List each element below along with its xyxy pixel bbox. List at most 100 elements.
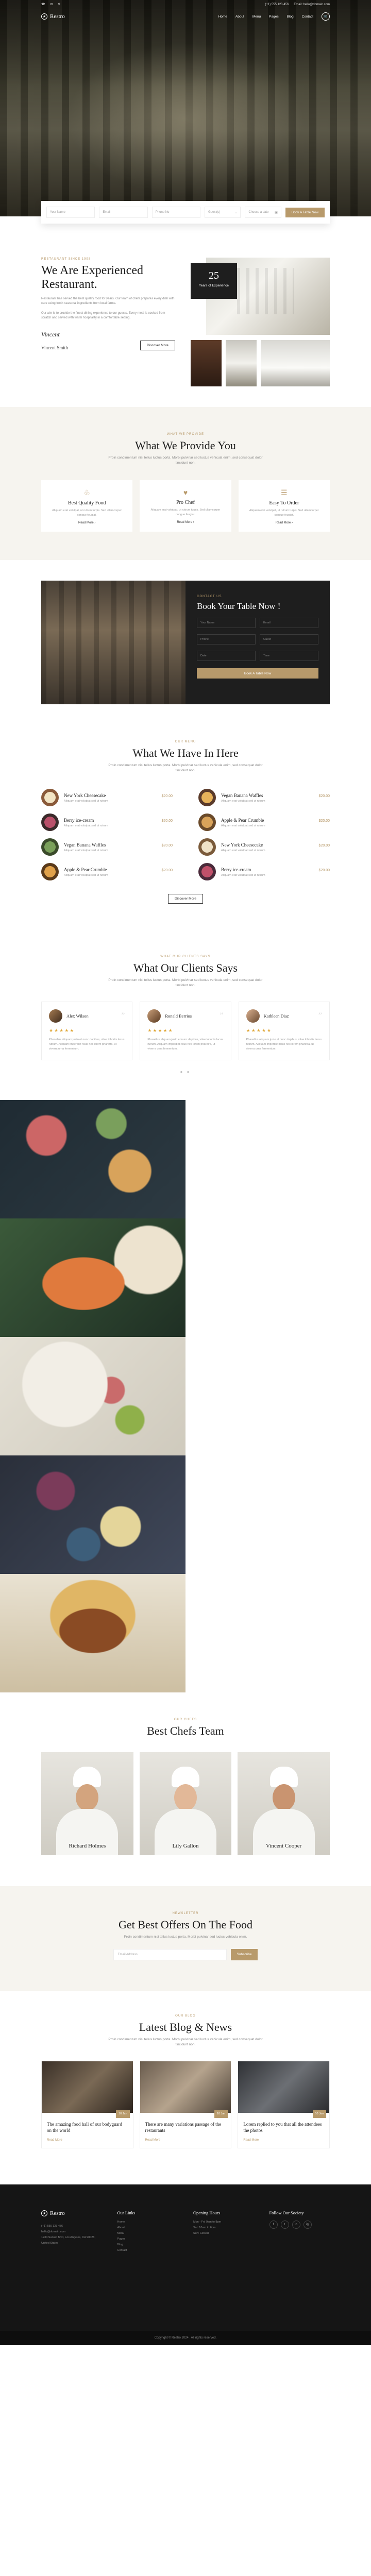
dish-price: $20.00 — [318, 819, 330, 823]
menu-item[interactable]: Vegan Banana Waffles $20.00 Aliquam erat v… — [198, 789, 330, 806]
blog-post-title[interactable]: The amazing food hall of our bodyguard o… — [47, 2121, 128, 2133]
blog-eyebrow: Our Blog — [175, 2014, 196, 2018]
nav-item-pages[interactable]: Pages — [269, 15, 278, 19]
booking-name-field[interactable]: Your Name — [46, 207, 95, 218]
quote-icon: ” — [220, 1011, 224, 1020]
read-more-link[interactable]: Read More › — [47, 521, 126, 524]
nav-item-blog[interactable]: Blog — [287, 15, 294, 19]
menu-section: Our Menu What We Have In Here Proin cond… — [0, 704, 371, 935]
footer-link[interactable]: Home — [117, 2219, 178, 2225]
menu-item[interactable]: New York Cheesecake $20.00 Aliquam erat vo… — [198, 838, 330, 856]
phone-icon[interactable]: ☎ — [41, 3, 45, 6]
chefs-title: Best Chefs Team — [147, 1724, 224, 1737]
topbar-mail: Email: hello@domain.com — [294, 3, 330, 6]
menu-item[interactable]: New York Cheesecake $20.00 Aliquam erat vo… — [41, 789, 173, 806]
booking-email-field[interactable]: Email — [99, 207, 148, 218]
provide-title: What We Provide You — [135, 439, 236, 452]
book-eyebrow: Contact Us — [197, 595, 222, 598]
form-submit-button[interactable]: Book A Table Now — [197, 668, 318, 679]
chefs-section: Our Chefs Best Chefs Team Richard Holmes… — [0, 1692, 371, 1886]
mail-icon[interactable]: ✉ — [50, 3, 53, 6]
service-text: Aliquam erat volutpat, ut rutrum turpis.… — [249, 509, 319, 517]
carousel-dots[interactable]: ● ● — [41, 1070, 330, 1074]
nav-item-contact[interactable]: Contact — [302, 15, 313, 19]
nav-item-home[interactable]: Home — [218, 15, 227, 19]
menu-item[interactable]: Vegan Banana Waffles $20.00 Aliquam erat v… — [41, 838, 173, 856]
footer-phone: (+1) 555 123 456 — [41, 2225, 63, 2228]
form-email-input[interactable]: Email — [260, 618, 318, 628]
blog-post-title[interactable]: Lorem replied to you that all the attend… — [243, 2121, 324, 2133]
menu-item[interactable]: Apple & Pear Crumble $20.00 Aliquam erat v… — [198, 814, 330, 831]
form-phone-input[interactable]: Phone — [197, 634, 256, 645]
dish-thumbnail — [198, 863, 216, 880]
signature-name: Vincent Smith — [41, 345, 68, 350]
footer-link[interactable]: Blog — [117, 2242, 178, 2248]
menu-item[interactable]: Berry ice-cream $20.00 Aliquam erat volutp… — [198, 863, 330, 880]
subscribe-button[interactable]: Subscribe — [230, 1949, 258, 1960]
offers-title: Get Best Offers On The Food — [118, 1918, 253, 1931]
nav-item-about[interactable]: About — [235, 15, 244, 19]
copyright-bar: Copyright © Restro 2024 . All rights res… — [0, 2331, 371, 2345]
chefs-eyebrow: Our Chefs — [174, 1718, 197, 1721]
newsletter-email-input[interactable]: Email Address — [113, 1949, 227, 1960]
logo-icon: ★ — [41, 2210, 47, 2216]
booking-guests-select[interactable]: Guest(s) ⌄ — [205, 207, 241, 218]
blog-card[interactable]: 10 Jan The amazing food hall of our body… — [41, 2061, 133, 2148]
avatar — [246, 1009, 260, 1023]
discover-more-button[interactable]: Discover More — [140, 341, 175, 350]
footer-link[interactable]: Contact — [117, 2248, 178, 2253]
blog-read-more[interactable]: Read More — [145, 2139, 226, 2142]
chef-card[interactable]: Vincent Cooper — [238, 1752, 330, 1855]
footer-logo[interactable]: ★ Restro — [41, 2210, 102, 2216]
blog-read-more[interactable]: Read More — [47, 2139, 128, 2142]
read-more-link[interactable]: Read More › — [146, 521, 225, 524]
read-more-link[interactable]: Read More › — [245, 521, 324, 524]
blog-read-more[interactable]: Read More — [243, 2139, 324, 2142]
menu-item[interactable]: Berry ice-cream $20.00 Aliquam erat volutp… — [41, 814, 173, 831]
chef-card[interactable]: Richard Holmes — [41, 1752, 133, 1855]
facebook-icon[interactable]: f — [269, 2221, 278, 2229]
map-icon[interactable]: ⚲ — [58, 3, 60, 6]
menu-eyebrow: Our Menu — [175, 740, 196, 743]
nav-item-menu[interactable]: Menu — [252, 15, 261, 19]
about-eyebrow: Restaurant Since 1998 — [41, 258, 91, 261]
footer-hours: Sun: Closed — [193, 2232, 209, 2235]
gallery-image[interactable] — [0, 1337, 185, 1455]
gallery-image[interactable] — [0, 1100, 185, 1218]
booking-name-placeholder: Your Name — [50, 211, 65, 214]
menu-discover-button[interactable]: Discover More — [168, 894, 203, 904]
booking-date-field[interactable]: Choose a date ▣ — [245, 207, 281, 218]
menu-item[interactable]: Apple & Pear Crumble $20.00 Aliquam erat v… — [41, 863, 173, 880]
service-text: Aliquam erat volutpat, ut rutrum turpis.… — [52, 509, 122, 517]
dish-price: $20.00 — [161, 819, 173, 823]
chef-card[interactable]: Lily Gallon — [139, 1752, 232, 1855]
cart-icon[interactable]: 🛒 — [322, 12, 330, 21]
footer-link[interactable]: Menu — [117, 2231, 178, 2236]
blog-card[interactable]: 10 Jan There are many variations passage… — [139, 2061, 232, 2148]
blog-card[interactable]: 10 Jan Lorem replied to you that all the… — [238, 2061, 330, 2148]
blog-post-title[interactable]: There are many variations passage of the… — [145, 2121, 226, 2133]
gallery-image[interactable] — [0, 1455, 185, 1574]
nav-menu: Home About Menu Pages Blog Contact 🛒 — [218, 12, 330, 21]
booking-phone-field[interactable]: Phone No — [151, 207, 201, 218]
rating-stars: ★★★★★ — [147, 1028, 174, 1033]
twitter-icon[interactable]: t — [280, 2221, 289, 2229]
top-bar: ☎ ✉ ⚲ (+1) 555 123 456 Email: hello@doma… — [0, 0, 371, 9]
gallery-image[interactable] — [0, 1574, 185, 1692]
form-guest-input[interactable]: Guest — [260, 634, 318, 645]
dish-thumbnail — [41, 863, 59, 880]
gallery-image[interactable] — [0, 1218, 185, 1337]
blog-date: 10 Jan — [116, 2110, 130, 2118]
dish-thumbnail — [41, 838, 59, 856]
footer-email: hello@domain.com — [41, 2230, 66, 2233]
footer-link[interactable]: Pages — [117, 2236, 178, 2242]
form-time-input[interactable]: Time — [260, 651, 318, 661]
form-date-input[interactable]: Date — [197, 651, 256, 661]
footer-link[interactable]: About — [117, 2225, 178, 2231]
form-name-input[interactable]: Your Name — [197, 618, 256, 628]
linkedin-icon[interactable]: in — [292, 2221, 300, 2229]
instagram-icon[interactable]: ig — [303, 2221, 312, 2229]
book-table-button[interactable]: Book A Table Now — [285, 207, 325, 217]
site-logo[interactable]: ★ Restro — [41, 13, 65, 20]
chevron-down-icon: ⌄ — [234, 211, 238, 214]
